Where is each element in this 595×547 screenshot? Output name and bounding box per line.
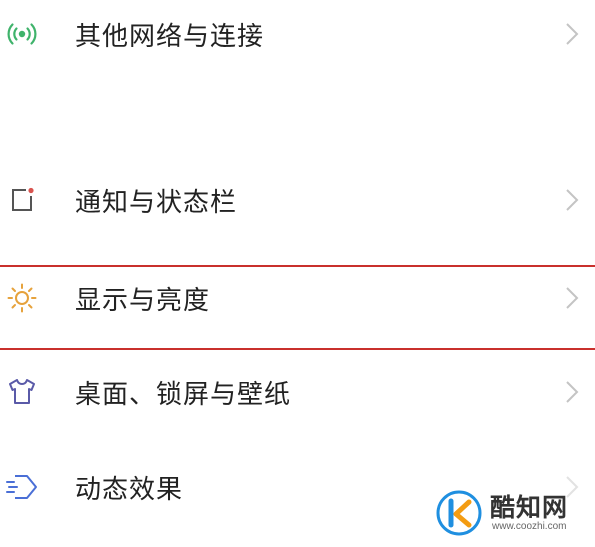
chevron-right-icon [566,23,579,45]
settings-item-label: 其他网络与连接 [75,21,265,52]
chevron-right-icon [566,189,579,211]
motion-diamond-icon [4,469,40,505]
chevron-right-icon [566,381,579,403]
settings-page: 其他网络与连接 通知与状态栏 显示与亮度 桌面、锁屏与壁纸 动态效果 酷知网 w… [0,0,595,547]
watermark: 酷知网 www.coozhi.com [436,486,586,542]
wireless-signal-icon [4,16,40,52]
watermark-brand: 酷知网 [490,493,569,522]
settings-item-label: 显示与亮度 [75,285,211,316]
settings-item-other-networks[interactable]: 其他网络与连接 [0,0,595,68]
settings-item-label: 动态效果 [75,474,184,505]
watermark-url: www.coozhi.com [492,521,567,532]
shirt-icon [4,374,40,410]
settings-item-label: 桌面、锁屏与壁纸 [75,379,292,410]
settings-item-wallpaper[interactable]: 桌面、锁屏与壁纸 [0,358,595,426]
settings-item-display-brightness[interactable]: 显示与亮度 [0,264,595,332]
settings-item-notifications[interactable]: 通知与状态栏 [0,166,595,234]
chevron-right-icon [566,287,579,309]
notification-square-icon [4,182,40,218]
settings-item-label: 通知与状态栏 [75,187,238,218]
sun-icon [4,280,40,316]
coozhi-logo-icon [436,490,482,536]
